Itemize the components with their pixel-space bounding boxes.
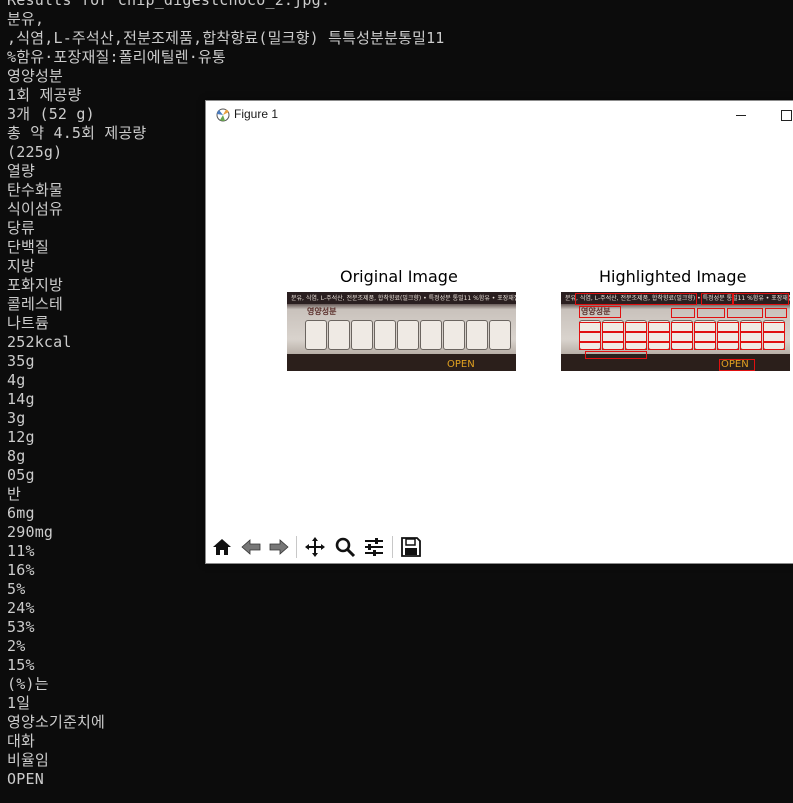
save-icon[interactable]	[399, 535, 423, 559]
terminal-line: 1일	[7, 694, 31, 712]
terminal-line: 24%	[7, 599, 35, 617]
highlighted-image: 분유, 식염, L-주석산, 전분조제품, 합착향료(밀크향) • 특정성분 통…	[561, 292, 790, 371]
terminal-line: 5%	[7, 580, 26, 598]
navigation-toolbar	[206, 529, 793, 563]
terminal-line: 영양소기준치에	[7, 713, 106, 731]
maximize-button[interactable]	[774, 104, 793, 126]
home-icon[interactable]	[210, 535, 234, 559]
figure-canvas[interactable]: Original Image Highlighted Image 분유, 식염,…	[206, 129, 793, 529]
terminal-line: 분유,	[7, 10, 45, 28]
back-icon[interactable]	[239, 535, 263, 559]
terminal-line: Results for chip_digestchoco_2.jpg:	[7, 0, 331, 9]
minimize-button[interactable]	[728, 104, 754, 126]
original-image: 분유, 식염, L-주석산, 전분조제품, 합착향료(밀크향) • 특정성분 통…	[287, 292, 516, 371]
terminal-line: 대화	[7, 732, 36, 750]
configure-subplots-icon[interactable]	[362, 535, 386, 559]
terminal-line: %함유·포장재질:폴리에틸렌·유통	[7, 48, 226, 66]
window-title: Figure 1	[234, 107, 279, 121]
terminal-line: 15%	[7, 656, 35, 674]
highlighted-image-title: Highlighted Image	[599, 267, 747, 286]
figure-window[interactable]: Figure 1 Original Image Highlighted Imag…	[205, 100, 793, 564]
pan-icon[interactable]	[303, 535, 327, 559]
photo-open-label: OPEN	[447, 359, 475, 370]
photo-ingredient-strip: 분유, 식염, L-주석산, 전분조제품, 합착향료(밀크향) • 특정성분 통…	[291, 295, 516, 302]
terminal-line: 53%	[7, 618, 35, 636]
terminal-line: OPEN	[7, 770, 44, 788]
terminal-line: ,식염,L-주석산,전분조제품,합착향료(밀크향) 특특성분분통밀11	[7, 29, 445, 47]
terminal-line: 비율임	[7, 751, 50, 769]
title-bar[interactable]: Figure 1	[206, 101, 793, 129]
matplotlib-app-icon	[216, 108, 230, 122]
terminal-line: 영양성분	[7, 67, 64, 85]
zoom-icon[interactable]	[333, 535, 357, 559]
original-image-title: Original Image	[340, 267, 458, 286]
forward-icon[interactable]	[267, 535, 291, 559]
terminal-line: (%)는	[7, 675, 49, 693]
terminal-line: 2%	[7, 637, 26, 655]
photo-panel-title: 영양성분	[307, 307, 337, 316]
